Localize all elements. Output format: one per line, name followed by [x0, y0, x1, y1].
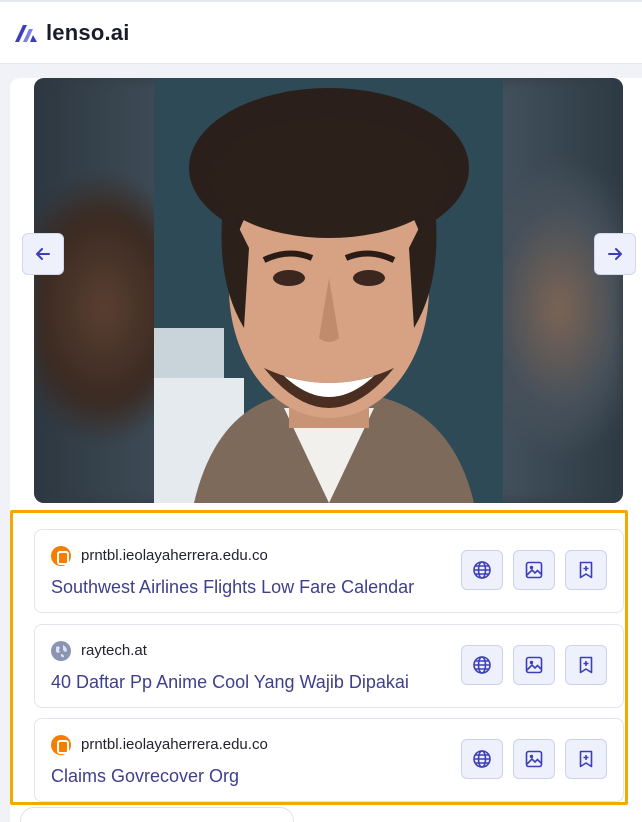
load-more-button[interactable] [20, 807, 294, 822]
result-card[interactable]: prntbl.ieolayaherrera.edu.co Southwest A… [34, 529, 624, 613]
portrait-image [154, 78, 503, 503]
globe-icon [473, 750, 491, 768]
result-title[interactable]: Southwest Airlines Flights Low Fare Cale… [51, 577, 414, 598]
bookmark-plus-icon [579, 561, 593, 579]
blogger-icon [51, 735, 71, 755]
blogger-icon [51, 546, 71, 566]
globe-icon [51, 641, 71, 661]
bookmark-plus-icon [579, 750, 593, 768]
result-title[interactable]: 40 Daftar Pp Anime Cool Yang Wajib Dipak… [51, 672, 409, 693]
image-icon [525, 561, 543, 579]
previous-image-button[interactable] [22, 233, 64, 275]
bookmark-plus-icon [579, 656, 593, 674]
next-image-button[interactable] [594, 233, 636, 275]
result-domain[interactable]: prntbl.ieolayaherrera.edu.co [81, 736, 268, 753]
view-image-button[interactable] [513, 739, 555, 779]
image-preview [34, 78, 623, 503]
image-icon [525, 750, 543, 768]
view-image-button[interactable] [513, 550, 555, 590]
matched-photo [154, 78, 503, 503]
view-image-button[interactable] [513, 645, 555, 685]
image-icon [525, 656, 543, 674]
result-title[interactable]: Claims Govrecover Org [51, 766, 239, 787]
result-domain[interactable]: prntbl.ieolayaherrera.edu.co [81, 547, 268, 564]
lenso-logo[interactable]: lenso.ai [14, 20, 130, 46]
globe-icon [473, 656, 491, 674]
globe-icon [473, 561, 491, 579]
save-result-button[interactable] [565, 550, 607, 590]
result-domain[interactable]: raytech.at [81, 642, 147, 659]
visit-site-button[interactable] [461, 739, 503, 779]
arrow-left-icon [36, 248, 50, 260]
visit-site-button[interactable] [461, 550, 503, 590]
arrow-right-icon [608, 248, 622, 260]
result-card[interactable]: raytech.at 40 Daftar Pp Anime Cool Yang … [34, 624, 624, 708]
brand-name: lenso.ai [46, 20, 130, 45]
save-result-button[interactable] [565, 739, 607, 779]
save-result-button[interactable] [565, 645, 607, 685]
visit-site-button[interactable] [461, 645, 503, 685]
lenso-logo-icon [15, 25, 37, 42]
result-card[interactable]: prntbl.ieolayaherrera.edu.co Claims Govr… [34, 718, 624, 802]
top-bar: lenso.ai [0, 0, 642, 64]
